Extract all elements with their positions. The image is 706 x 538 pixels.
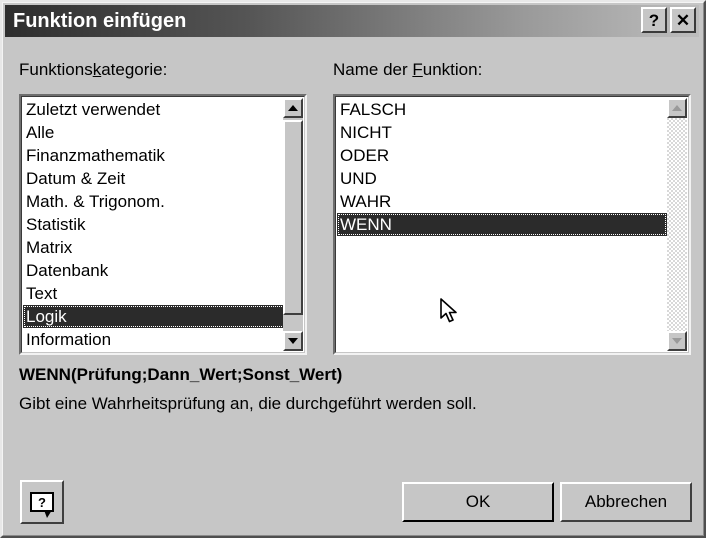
- function-list-items[interactable]: FALSCH NICHT ODER UND WAHR WENN: [337, 98, 667, 351]
- function-list-item[interactable]: WAHR: [337, 190, 667, 213]
- function-list-item[interactable]: WENN: [337, 213, 667, 236]
- category-list-item[interactable]: Logik: [23, 305, 285, 328]
- category-list-label: Funktionskategorie:: [19, 60, 167, 80]
- function-name-listbox[interactable]: FALSCH NICHT ODER UND WAHR WENN: [333, 94, 691, 355]
- close-icon[interactable]: ✕: [670, 7, 696, 33]
- function-scrollbar[interactable]: [667, 98, 687, 351]
- function-label-part1: Name der: [333, 60, 413, 79]
- help-button[interactable]: ?: [20, 480, 64, 524]
- function-scroll-track[interactable]: [667, 118, 687, 331]
- title-bar[interactable]: Funktion einfügen ? ✕: [5, 5, 699, 37]
- function-description: Gibt eine Wahrheitsprüfung an, die durch…: [19, 394, 477, 413]
- category-list-item[interactable]: Text: [23, 282, 285, 305]
- dialog-window: Funktion einfügen ? ✕ Funktionskategorie…: [0, 0, 706, 538]
- category-scrollbar[interactable]: [283, 98, 303, 351]
- category-list-item[interactable]: Statistik: [23, 213, 285, 236]
- help-bubble-icon: ?: [30, 492, 54, 518]
- category-list-item[interactable]: Math. & Trigonom.: [23, 190, 285, 213]
- function-list-item[interactable]: ODER: [337, 144, 667, 167]
- function-scroll-down-button[interactable]: [667, 331, 687, 351]
- chevron-down-icon: [672, 338, 682, 344]
- category-scroll-thumb[interactable]: [283, 120, 303, 315]
- dialog-title: Funktion einfügen: [13, 9, 187, 32]
- function-label-accelerator: F: [412, 60, 423, 79]
- category-list-items[interactable]: Zuletzt verwendet Alle Finanzmathematik Dat…: [23, 98, 285, 351]
- help-titlebar-icon[interactable]: ?: [641, 7, 667, 33]
- cancel-button[interactable]: Abbrechen: [560, 482, 692, 522]
- category-label-part2: ategorie:: [101, 60, 168, 79]
- category-list-item[interactable]: Zuletzt verwendet: [23, 98, 285, 121]
- category-list-item[interactable]: Matrix: [23, 236, 285, 259]
- title-bar-buttons: ? ✕: [641, 7, 696, 33]
- function-scroll-up-button[interactable]: [667, 98, 687, 118]
- category-scroll-up-button[interactable]: [283, 98, 303, 118]
- function-category-listbox[interactable]: Zuletzt verwendet Alle Finanzmathematik Dat…: [19, 94, 307, 355]
- category-label-accelerator: k: [92, 60, 102, 79]
- category-scroll-down-button[interactable]: [283, 331, 303, 351]
- function-list-item[interactable]: FALSCH: [337, 98, 667, 121]
- chevron-up-icon: [288, 105, 298, 111]
- category-list-item[interactable]: Datenbank: [23, 259, 285, 282]
- function-list-item[interactable]: NICHT: [337, 121, 667, 144]
- category-list-item[interactable]: Datum & Zeit: [23, 167, 285, 190]
- category-list-item[interactable]: Alle: [23, 121, 285, 144]
- function-signature: WENN(Prüfung;Dann_Wert;Sonst_Wert): [19, 365, 343, 384]
- category-list-item[interactable]: Information: [23, 328, 285, 351]
- chevron-up-icon: [672, 105, 682, 111]
- ok-button[interactable]: OK: [402, 482, 554, 522]
- category-label-part1: Funktions: [19, 60, 93, 79]
- function-list-label: Name der Funktion:: [333, 60, 482, 80]
- category-list-item[interactable]: Finanzmathematik: [23, 144, 285, 167]
- chevron-down-icon: [288, 338, 298, 344]
- function-list-item[interactable]: UND: [337, 167, 667, 190]
- function-label-part2: unktion:: [422, 60, 483, 79]
